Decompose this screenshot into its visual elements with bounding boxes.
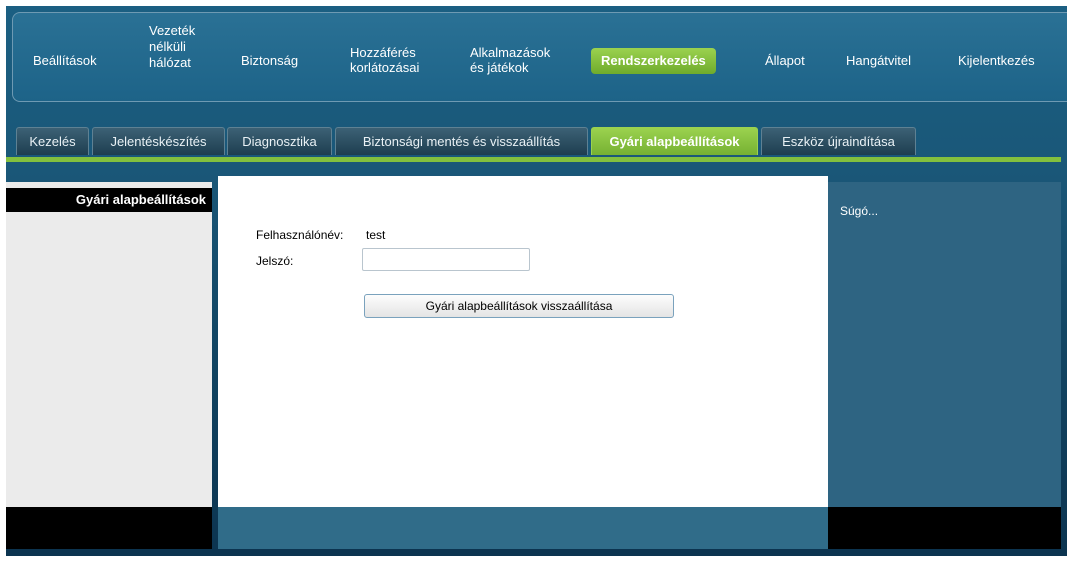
left-panel: Gyári alapbeállítások xyxy=(6,182,212,507)
nav-wireless[interactable]: Vezeték nélküli hálózat xyxy=(149,23,195,71)
help-panel: Súgó... xyxy=(828,182,1061,507)
nav-administration[interactable]: Rendszerkezelés xyxy=(591,48,716,74)
left-footer xyxy=(6,507,212,549)
tab-factory-defaults[interactable]: Gyári alapbeállítások xyxy=(591,127,758,155)
nav-logout[interactable]: Kijelentkezés xyxy=(958,53,1035,68)
help-link[interactable]: Súgó... xyxy=(840,204,878,218)
password-label: Jelszó: xyxy=(256,254,294,268)
username-label: Felhasználónév: xyxy=(256,228,344,242)
nav-applications-gaming[interactable]: Alkalmazások és játékok xyxy=(470,45,550,75)
nav-status[interactable]: Állapot xyxy=(765,53,805,68)
username-value: test xyxy=(366,228,386,242)
password-field[interactable] xyxy=(362,248,530,271)
tab-diagnostics[interactable]: Diagnosztika xyxy=(227,127,332,155)
nav-voice[interactable]: Hangátvitel xyxy=(846,53,911,68)
nav-access-restrictions[interactable]: Hozzáférés korlátozásai xyxy=(350,45,419,75)
right-footer xyxy=(828,507,1061,549)
nav-setup[interactable]: Beállítások xyxy=(33,53,97,68)
section-title: Gyári alapbeállítások xyxy=(6,188,212,212)
content-footer xyxy=(218,507,828,549)
tab-backup-restore[interactable]: Biztonsági mentés és visszaállítás xyxy=(335,127,588,155)
content-panel: Felhasználónév: test Jelszó: Gyári alapb… xyxy=(218,176,828,507)
main-navigation: Beállítások Vezeték nélküli hálózat Bizt… xyxy=(12,12,1067,102)
nav-security[interactable]: Biztonság xyxy=(241,53,298,68)
tab-reboot[interactable]: Eszköz újraindítása xyxy=(761,127,916,155)
restore-factory-defaults-button[interactable]: Gyári alapbeállítások visszaállítása xyxy=(364,294,674,318)
tab-reporting[interactable]: Jelentéskészítés xyxy=(92,127,225,155)
tab-management[interactable]: Kezelés xyxy=(16,127,89,155)
tab-underline xyxy=(6,157,1061,162)
